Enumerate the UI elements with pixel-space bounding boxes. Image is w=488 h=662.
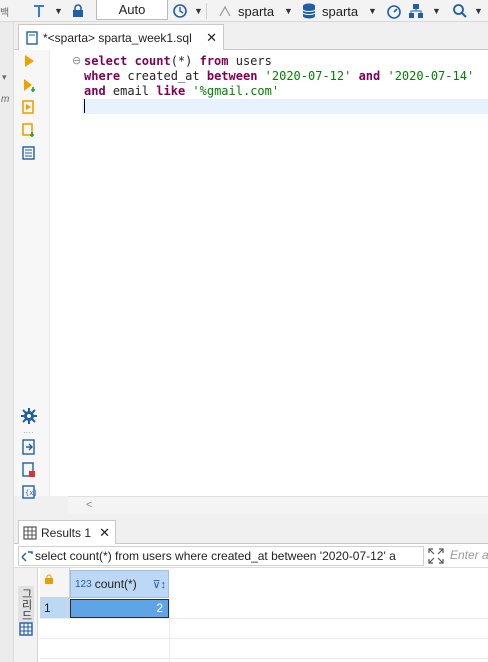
navigator-icon[interactable] xyxy=(408,0,424,22)
results-filter-bar: select count(*) from users where created… xyxy=(14,544,488,568)
code-token: like xyxy=(156,84,193,98)
column-type-label: 123 xyxy=(75,578,92,590)
expand-icon[interactable] xyxy=(428,548,444,567)
filter-query-text: select count(*) from users where created… xyxy=(35,549,396,563)
database-dropdown-icon[interactable]: ▼ xyxy=(368,0,377,22)
left-panel-strip: ▾ m xyxy=(0,22,14,662)
text-caret xyxy=(84,99,85,113)
results-grid: 그리드 123 count(*) ⊽↕ 1 2 xyxy=(14,568,488,662)
code-token: (*) xyxy=(170,54,200,68)
grid-divider xyxy=(40,638,488,639)
sql-file-icon xyxy=(26,30,38,45)
fold-collapse-icon[interactable]: ⊖ xyxy=(72,54,81,67)
filter-input[interactable]: select count(*) from users where created… xyxy=(18,546,424,566)
editor-tab-title: *<sparta> sparta_week1.sql xyxy=(43,30,192,45)
editor-action-ruler: ···· {x} xyxy=(14,50,50,499)
editor-horizontal-scrollbar[interactable]: < xyxy=(68,496,488,514)
execute-new-tab-icon[interactable] xyxy=(22,100,36,117)
collapse-arrow-icon[interactable]: ▾ xyxy=(2,72,7,83)
execute-script-icon[interactable] xyxy=(23,78,37,95)
database-icon xyxy=(302,0,316,22)
grid-side-toolbar: 그리드 xyxy=(14,568,38,662)
dashboard-icon[interactable] xyxy=(386,0,402,22)
code-line[interactable]: where created_at between '2020-07-12' an… xyxy=(84,69,474,84)
filter-placeholder: Enter a S xyxy=(450,548,488,562)
explain-plan-icon[interactable] xyxy=(22,123,36,140)
close-icon[interactable]: ✕ xyxy=(206,30,217,46)
code-token: '2020-07-14' xyxy=(387,69,475,83)
navigator-dropdown-icon[interactable]: ▼ xyxy=(432,0,441,22)
history-dropdown-icon[interactable]: ▼ xyxy=(194,0,203,22)
code-token: '2020-07-12' xyxy=(264,69,352,83)
results-tab-label: Results 1 xyxy=(41,525,92,540)
transaction-mode-dropdown-icon[interactable]: ▼ xyxy=(54,0,63,22)
column-name: count(*) xyxy=(94,577,137,591)
code-token: '%gmail.com' xyxy=(192,84,280,98)
search-icon[interactable] xyxy=(452,0,468,22)
close-icon[interactable]: ✕ xyxy=(99,525,110,541)
code-line[interactable]: select count(*) from users xyxy=(84,54,474,69)
lock-icon xyxy=(45,574,53,584)
grid-view-icon[interactable] xyxy=(19,622,33,639)
commit-mode-combo[interactable]: Auto xyxy=(96,0,168,20)
export-icon[interactable] xyxy=(22,439,36,458)
grid-divider xyxy=(40,658,488,659)
connection-icon xyxy=(218,0,232,22)
search-dropdown-icon[interactable]: ▼ xyxy=(474,0,483,22)
code-token: where xyxy=(84,69,128,83)
more-dots-icon: ···· xyxy=(23,428,34,437)
results-grid-icon xyxy=(23,525,37,540)
sql-code[interactable]: select count(*) from users where created_… xyxy=(84,54,474,99)
left-clip-text: 백 xyxy=(0,7,10,19)
variables-icon[interactable]: {x} xyxy=(22,485,38,502)
result-cell[interactable]: 2 xyxy=(70,599,169,618)
filter-sort-icon[interactable]: ⊽↕ xyxy=(152,578,166,591)
close-script-icon[interactable] xyxy=(22,462,36,481)
code-token: from xyxy=(199,54,236,68)
results-tab-bar: Results 1 ✕ xyxy=(14,518,488,544)
svg-text:{x}: {x} xyxy=(25,489,36,497)
column-header-count[interactable]: 123 count(*) ⊽↕ xyxy=(70,570,169,598)
code-token: email xyxy=(112,84,157,98)
grid-divider xyxy=(169,598,170,662)
code-token: select xyxy=(84,54,135,68)
code-token: users xyxy=(235,54,272,68)
tab-sparta-week1[interactable]: *<sparta> sparta_week1.sql ✕ xyxy=(18,24,224,50)
grid-mode-tab[interactable]: 그리드 xyxy=(18,586,34,623)
lock-icon[interactable] xyxy=(72,0,84,22)
query-manager-icon[interactable] xyxy=(22,146,36,163)
row-number-header xyxy=(40,568,70,598)
code-token: between xyxy=(206,69,265,83)
code-token: and xyxy=(84,84,113,98)
code-token: and xyxy=(358,69,388,83)
code-token: created_at xyxy=(127,69,207,83)
code-token: count xyxy=(134,54,171,68)
scroll-left-icon[interactable]: < xyxy=(86,499,92,511)
settings-gear-icon[interactable] xyxy=(21,408,37,427)
current-line-highlight xyxy=(82,99,488,114)
toolbar-separator xyxy=(206,3,207,19)
connection-dropdown-icon[interactable]: ▼ xyxy=(284,0,293,22)
row-number[interactable]: 1 xyxy=(40,598,70,618)
history-icon[interactable] xyxy=(172,0,188,22)
sql-editor[interactable]: ···· {x} ⊖ select count(*) from userswhe… xyxy=(14,50,488,499)
database-selector[interactable]: sparta xyxy=(322,0,358,22)
panel-glyph-icon: m xyxy=(1,94,10,105)
connection-selector[interactable]: sparta xyxy=(238,0,274,22)
main-toolbar: 백 ▼ Auto ▼ sparta ▼ sparta ▼ ▼ ▼ xyxy=(0,0,488,22)
code-line[interactable]: and email like '%gmail.com' xyxy=(84,84,474,99)
transaction-mode-icon[interactable] xyxy=(32,0,46,22)
editor-tab-bar: *<sparta> sparta_week1.sql ✕ xyxy=(14,22,488,50)
execute-statement-icon[interactable] xyxy=(23,54,35,71)
grid-divider xyxy=(40,618,488,619)
line-number-gutter: ⊖ xyxy=(50,50,82,496)
sql-filter-icon xyxy=(21,551,33,562)
tab-results-1[interactable]: Results 1 ✕ xyxy=(18,520,116,544)
